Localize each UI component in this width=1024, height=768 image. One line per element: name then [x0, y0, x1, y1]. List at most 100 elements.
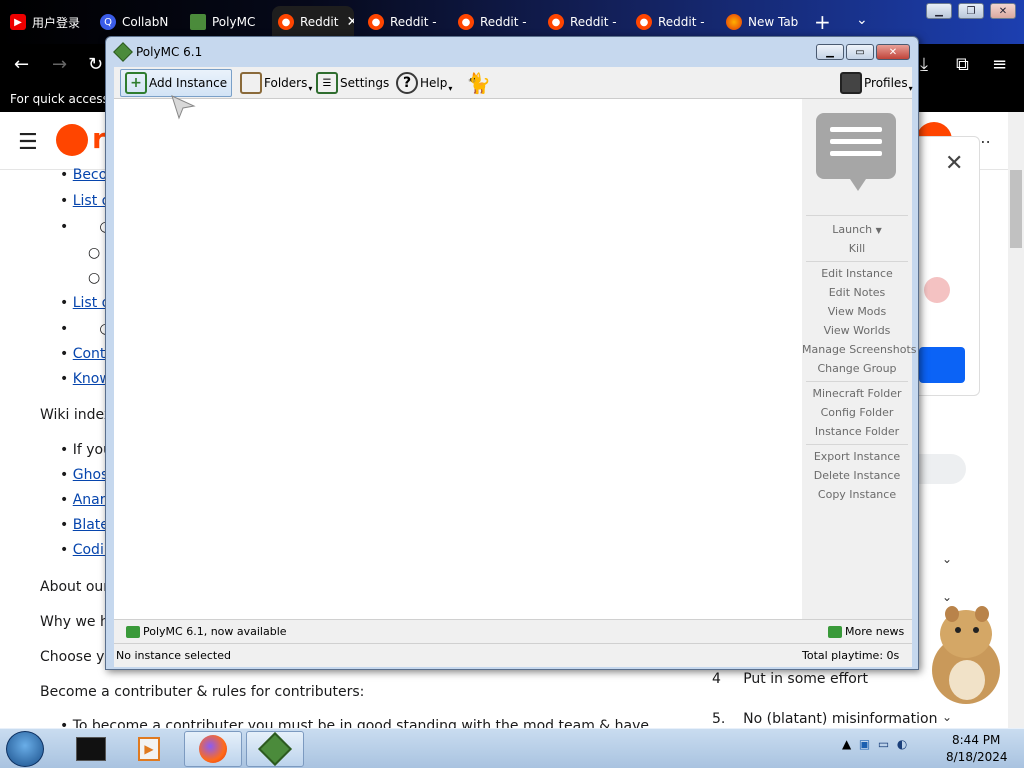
status-bar: No instance selected Total playtime: 0s [114, 643, 912, 667]
show-hidden-icon[interactable]: ▲ [842, 737, 851, 751]
settings-button[interactable]: ☰ Settings [312, 69, 393, 97]
polymc-window: PolyMC 6.1 ▁ ▭ ✕ + Add Instance Folders ▾… [105, 36, 919, 670]
taskbar-firefox[interactable] [184, 731, 242, 767]
manage-screenshots-button[interactable]: Manage Screenshots [802, 343, 917, 356]
cat-icon[interactable]: 🐈 [462, 69, 495, 97]
display-icon[interactable]: ▭ [878, 737, 889, 751]
launch-button[interactable]: Launch ▼ [802, 223, 912, 236]
restore-button[interactable]: ❐ [958, 3, 984, 19]
add-instance-button[interactable]: + Add Instance [120, 69, 233, 97]
instance-sidebar: Launch ▼ Kill Edit Instance Edit Notes V… [802, 99, 917, 619]
reddit-icon: ● [458, 14, 474, 30]
windows-taskbar: ▶ ▲ ▣ ▭ ◐ 8:44 PM 8/18/2024 [0, 728, 1024, 768]
polymc-icon [190, 14, 206, 30]
firefox-icon [726, 14, 742, 30]
tab-label: Reddit - [390, 15, 437, 29]
rule-item[interactable]: 4 Put in some effort [712, 671, 868, 687]
polymc-close-button[interactable]: ✕ [876, 44, 910, 60]
reload-icon[interactable]: ↻ [88, 54, 103, 75]
tab-reddit[interactable]: ● Reddit - [362, 6, 448, 38]
tab-label: Reddit - [480, 15, 527, 29]
extensions-icon[interactable]: ⧉ [956, 54, 969, 75]
wiki-link[interactable]: Blate [73, 517, 109, 533]
chevron-down-icon[interactable]: ⌄ [942, 710, 952, 724]
polymc-icon [258, 732, 292, 766]
news-icon [828, 626, 842, 638]
hamster-sticker [932, 606, 1000, 704]
network-icon[interactable]: ▣ [859, 737, 870, 751]
tab-label: New Tab [748, 15, 799, 29]
news-icon [126, 626, 140, 638]
copy-instance-button[interactable]: Copy Instance [802, 488, 912, 501]
view-mods-button[interactable]: View Mods [802, 305, 912, 318]
tab-reddit[interactable]: ● Reddit - [452, 6, 538, 38]
rule-item[interactable]: 5. No (blatant) misinformation [712, 711, 937, 727]
polymc-minimize-button[interactable]: ▁ [816, 44, 844, 60]
taskbar-polymc[interactable] [246, 731, 304, 767]
primary-button[interactable] [919, 347, 965, 383]
scrollbar-thumb[interactable] [1010, 170, 1022, 248]
tab-polymc[interactable]: PolyMC [184, 6, 268, 38]
reddit-logo-icon[interactable] [56, 124, 88, 156]
settings-icon: ☰ [316, 72, 338, 94]
more-news-button[interactable]: More news [828, 625, 904, 638]
firefox-icon [199, 735, 227, 763]
tab-collab[interactable]: Q CollabN [94, 6, 182, 38]
edit-instance-button[interactable]: Edit Instance [802, 267, 912, 280]
tab-label: CollabN [122, 15, 169, 29]
tab-reddit[interactable]: ● Reddit - [542, 6, 628, 38]
delete-instance-button[interactable]: Delete Instance [802, 469, 912, 482]
reddit-icon: ● [548, 14, 564, 30]
menu-icon[interactable]: ≡ [992, 54, 1007, 75]
contrib-bullet: To become a contributer you must be in g… [72, 718, 650, 728]
choose-text: Choose yo [40, 649, 113, 665]
clock-time[interactable]: 8:44 PM [952, 733, 1000, 747]
close-icon[interactable]: ✕ [945, 151, 963, 176]
new-tab-button[interactable]: + [814, 10, 831, 34]
system-tray[interactable]: ▲ ▣ ▭ ◐ [842, 737, 907, 751]
download-icon[interactable]: ⤓ [920, 54, 928, 75]
edit-notes-button[interactable]: Edit Notes [802, 286, 912, 299]
config-folder-button[interactable]: Config Folder [802, 406, 912, 419]
tab-label: PolyMC [212, 15, 256, 29]
close-window-button[interactable]: ✕ [990, 3, 1016, 19]
status-instance: No instance selected [116, 649, 231, 662]
kill-button[interactable]: Kill [802, 242, 912, 255]
tab-reddit[interactable]: ● Reddit - [630, 6, 716, 38]
change-group-button[interactable]: Change Group [802, 362, 912, 375]
forward-arrow-icon[interactable]: → [52, 54, 67, 75]
media-player-icon: ▶ [138, 737, 160, 761]
terminal-icon [76, 737, 106, 761]
polymc-maximize-button[interactable]: ▭ [846, 44, 874, 60]
help-button[interactable]: ? Help ▾ [392, 69, 456, 97]
chevron-down-icon[interactable]: ⌄ [942, 552, 952, 566]
tab-reddit-active[interactable]: ● Reddit ✕ [272, 6, 354, 38]
tab-user-login[interactable]: ▶ 用户登录 [4, 6, 92, 38]
mouse-cursor-icon [171, 95, 196, 120]
folders-button[interactable]: Folders ▾ [236, 69, 316, 97]
minimize-button[interactable]: ▁ [926, 3, 952, 19]
reaction-icon[interactable] [924, 277, 950, 303]
news-link[interactable]: PolyMC 6.1, now available [126, 625, 287, 638]
tab-label: Reddit [300, 15, 339, 29]
view-worlds-button[interactable]: View Worlds [802, 324, 912, 337]
minecraft-folder-button[interactable]: Minecraft Folder [802, 387, 912, 400]
taskbar-terminal[interactable] [62, 731, 120, 767]
instance-folder-button[interactable]: Instance Folder [802, 425, 912, 438]
tab-new-tab[interactable]: New Tab [720, 6, 808, 38]
contrib-heading: Become a contributer & rules for contrib… [40, 684, 365, 700]
player-head-icon [840, 72, 862, 94]
close-tab-icon[interactable]: ✕ [346, 14, 354, 30]
export-instance-button[interactable]: Export Instance [802, 450, 912, 463]
volume-icon[interactable]: ◐ [897, 737, 907, 751]
wiki-link[interactable]: Ghos [73, 467, 109, 483]
hamburger-menu-icon[interactable]: ☰ [18, 130, 38, 155]
start-button[interactable] [6, 731, 44, 767]
profiles-button[interactable]: Profiles ▾ [836, 69, 917, 97]
tab-label: 用户登录 [32, 15, 81, 30]
instance-list[interactable] [114, 99, 802, 619]
clock-date[interactable]: 8/18/2024 [946, 750, 1008, 764]
back-arrow-icon[interactable]: ← [14, 54, 29, 75]
list-tabs-chevron-icon[interactable]: ⌄ [856, 12, 868, 28]
taskbar-media-player[interactable]: ▶ [120, 731, 178, 767]
